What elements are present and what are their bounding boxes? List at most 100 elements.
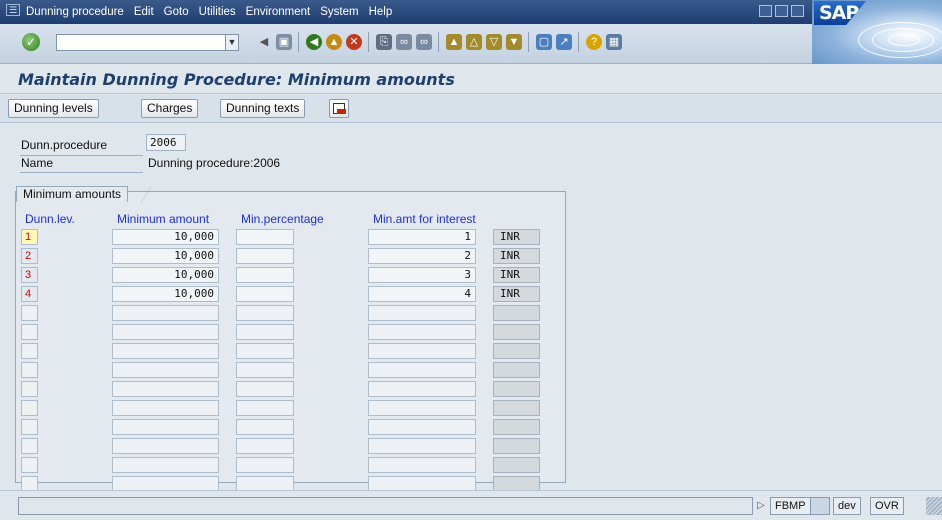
row-min-percentage[interactable] — [236, 267, 294, 283]
column-header-minimum-amount[interactable]: Minimum amount — [117, 212, 209, 226]
row-currency — [493, 343, 540, 359]
row-level[interactable] — [21, 457, 38, 473]
exit-icon[interactable]: ▲ — [326, 34, 342, 50]
row-minimum-amount[interactable] — [112, 362, 219, 378]
row-min-percentage[interactable] — [236, 324, 294, 340]
menu-utilities[interactable]: Utilities — [199, 6, 236, 18]
column-header-dunn-lev[interactable]: Dunn.lev. — [25, 212, 75, 226]
menu-dunning-procedure[interactable]: Dunning procedure — [26, 6, 124, 18]
row-min-percentage[interactable] — [236, 362, 294, 378]
find-next-icon[interactable]: ∞ — [416, 34, 432, 50]
row-min-amt-interest[interactable] — [368, 400, 476, 416]
row-min-percentage[interactable] — [236, 229, 294, 245]
create-session-icon[interactable]: ▢ — [536, 34, 552, 50]
row-min-amt-interest[interactable] — [368, 305, 476, 321]
last-page-icon[interactable]: ▼ — [506, 34, 522, 50]
menu-system[interactable]: System — [320, 6, 358, 18]
row-min-percentage[interactable] — [236, 400, 294, 416]
row-minimum-amount[interactable]: 10,000 — [112, 248, 219, 264]
system-menu-icon[interactable]: ☰ — [6, 4, 20, 16]
status-toggle-icon[interactable]: ▷ — [754, 497, 768, 515]
row-minimum-amount[interactable] — [112, 343, 219, 359]
row-min-percentage[interactable] — [236, 457, 294, 473]
row-min-amt-interest[interactable]: 2 — [368, 248, 476, 264]
row-min-percentage[interactable] — [236, 381, 294, 397]
row-minimum-amount[interactable] — [112, 400, 219, 416]
insert-mode[interactable]: OVR — [870, 497, 904, 515]
row-min-amt-interest[interactable] — [368, 343, 476, 359]
row-min-amt-interest[interactable] — [368, 419, 476, 435]
standard-toolbar: ✓ ▼ ◀ ▣ ◀ ▲ ✕ ⎘ ∞ ∞ ▲ △ ▽ ▼ ▢ ↗ ? ▦ — [0, 24, 812, 64]
help-icon[interactable]: ? — [586, 34, 602, 50]
row-minimum-amount[interactable] — [112, 324, 219, 340]
row-level[interactable] — [21, 324, 38, 340]
row-level[interactable]: 2 — [21, 248, 38, 264]
row-minimum-amount[interactable] — [112, 381, 219, 397]
collapse-icon[interactable]: ◀ — [256, 34, 272, 50]
row-level[interactable]: 4 — [21, 286, 38, 302]
row-minimum-amount[interactable] — [112, 305, 219, 321]
menu-environment[interactable]: Environment — [246, 6, 311, 18]
row-min-amt-interest[interactable] — [368, 362, 476, 378]
next-page-icon[interactable]: ▽ — [486, 34, 502, 50]
row-min-percentage[interactable] — [236, 286, 294, 302]
cancel-icon[interactable]: ✕ — [346, 34, 362, 50]
row-level[interactable] — [21, 400, 38, 416]
print-icon[interactable]: ⎘ — [376, 34, 392, 50]
back-icon[interactable]: ◀ — [306, 34, 322, 50]
menu-edit[interactable]: Edit — [134, 6, 154, 18]
exit-icon — [333, 103, 346, 114]
first-page-icon[interactable]: ▲ — [446, 34, 462, 50]
find-icon[interactable]: ∞ — [396, 34, 412, 50]
previous-page-icon[interactable]: △ — [466, 34, 482, 50]
session-info-icon[interactable] — [810, 497, 830, 515]
row-min-amt-interest[interactable] — [368, 438, 476, 454]
row-level[interactable] — [21, 438, 38, 454]
enter-icon[interactable]: ✓ — [22, 33, 40, 51]
client-name[interactable]: dev — [833, 497, 861, 515]
menu-goto[interactable]: Goto — [164, 6, 189, 18]
row-level[interactable]: 3 — [21, 267, 38, 283]
dunning-levels-button[interactable]: Dunning levels — [8, 99, 99, 118]
name-label: Name — [21, 156, 54, 170]
row-minimum-amount[interactable] — [112, 457, 219, 473]
close-icon[interactable] — [791, 5, 804, 17]
row-min-amt-interest[interactable]: 1 — [368, 229, 476, 245]
row-min-percentage[interactable] — [236, 248, 294, 264]
minimize-icon[interactable] — [759, 5, 772, 17]
row-min-amt-interest[interactable]: 4 — [368, 286, 476, 302]
row-level[interactable] — [21, 343, 38, 359]
maximize-icon[interactable] — [775, 5, 788, 17]
layout-menu-icon[interactable]: ▦ — [606, 34, 622, 50]
row-min-percentage[interactable] — [236, 419, 294, 435]
command-history-icon[interactable]: ▼ — [225, 34, 239, 51]
row-minimum-amount[interactable]: 10,000 — [112, 229, 219, 245]
save-icon[interactable]: ▣ — [276, 34, 292, 50]
row-level[interactable] — [21, 419, 38, 435]
column-header-min-amt-interest[interactable]: Min.amt for interest — [373, 212, 476, 226]
row-min-amt-interest[interactable]: 3 — [368, 267, 476, 283]
command-field[interactable] — [56, 34, 226, 51]
exit-button[interactable] — [329, 99, 349, 118]
row-min-amt-interest[interactable] — [368, 324, 476, 340]
row-minimum-amount[interactable] — [112, 419, 219, 435]
shortcut-icon[interactable]: ↗ — [556, 34, 572, 50]
menu-help[interactable]: Help — [369, 6, 393, 18]
charges-button[interactable]: Charges — [141, 99, 199, 118]
row-min-percentage[interactable] — [236, 343, 294, 359]
row-min-percentage[interactable] — [236, 438, 294, 454]
resize-grip[interactable] — [926, 497, 942, 515]
row-level[interactable]: 1 — [21, 229, 38, 245]
row-minimum-amount[interactable]: 10,000 — [112, 286, 219, 302]
dunning-texts-button[interactable]: Dunning texts — [220, 99, 306, 118]
row-min-amt-interest[interactable] — [368, 457, 476, 473]
row-minimum-amount[interactable]: 10,000 — [112, 267, 219, 283]
row-level[interactable] — [21, 362, 38, 378]
row-min-percentage[interactable] — [236, 305, 294, 321]
row-minimum-amount[interactable] — [112, 438, 219, 454]
row-min-amt-interest[interactable] — [368, 381, 476, 397]
column-header-min-percentage[interactable]: Min.percentage — [241, 212, 324, 226]
system-id[interactable]: FBMP — [770, 497, 811, 515]
row-level[interactable] — [21, 305, 38, 321]
row-level[interactable] — [21, 381, 38, 397]
